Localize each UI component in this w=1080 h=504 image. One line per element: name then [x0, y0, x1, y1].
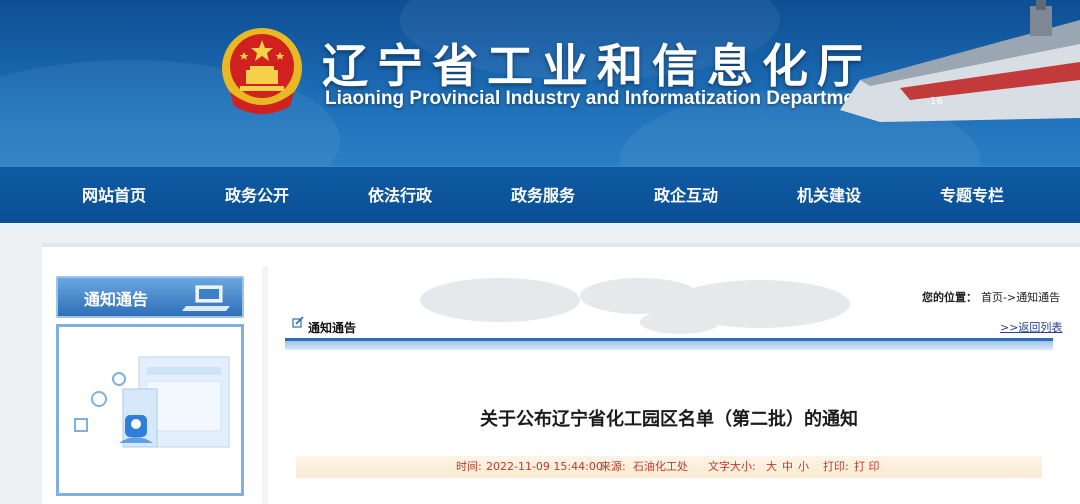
font-size-small[interactable]: 小 [798, 456, 809, 478]
article-meta-bar: 时间: 2022-11-09 15:44:00 来源: 石油化工处 文字大小: … [296, 456, 1042, 478]
nav-item-special-topics[interactable]: 专题专栏 [917, 167, 1027, 224]
computer-icon [182, 285, 230, 311]
site-title: 辽宁省工业和信息化厅 [322, 39, 872, 93]
breadcrumb-separator: -> [1003, 291, 1017, 304]
aircraft-carrier-image: 16 [840, 0, 1080, 122]
meta-time-label: 时间: [456, 460, 482, 473]
article-title: 关于公布辽宁省化工园区名单（第二批）的通知 [480, 409, 858, 430]
sidebar-heading: 通知通告 [56, 276, 244, 318]
nav-item-law-administration[interactable]: 依法行政 [345, 167, 455, 224]
header-banner: 辽宁省工业和信息化厅 Liaoning Provincial Industry … [0, 0, 1080, 166]
world-map-decoration [420, 278, 850, 334]
back-to-list-link[interactable]: >>返回列表 [1000, 319, 1062, 335]
breadcrumb: 首页->通知通告 [981, 289, 1060, 305]
section-divider [285, 338, 1053, 350]
meta-print-label: 打印: [823, 460, 849, 473]
font-size-large[interactable]: 大 [766, 456, 777, 478]
national-emblem-icon [222, 28, 302, 114]
online-service-illustration [74, 356, 230, 448]
nav-item-government-affairs[interactable]: 政务公开 [202, 167, 312, 224]
meta-source-value: 石油化工处 [633, 460, 688, 473]
sidebar-heading-label: 通知通告 [84, 290, 149, 309]
nav-item-home[interactable]: 网站首页 [59, 167, 169, 224]
meta-time-value: 2022-11-09 15:44:00 [486, 460, 603, 473]
svg-text:16: 16 [930, 96, 943, 107]
site-title-english: Liaoning Provincial Industry and Informa… [325, 88, 872, 109]
location-label: 您的位置： [922, 291, 977, 304]
meta-source-label: 来源: [600, 460, 626, 473]
breadcrumb-home[interactable]: 首页 [981, 291, 1003, 304]
nav-item-services[interactable]: 政务服务 [488, 167, 598, 224]
sidebar-panel [56, 324, 244, 496]
font-size-medium[interactable]: 中 [782, 456, 793, 478]
nav-item-organ-building[interactable]: 机关建设 [774, 167, 884, 224]
meta-font-size-label: 文字大小: [708, 460, 756, 473]
section-title: 通知通告 [308, 321, 357, 335]
edit-icon [292, 316, 304, 328]
breadcrumb-current[interactable]: 通知通告 [1016, 291, 1060, 304]
main-nav: 网站首页 政务公开 依法行政 政务服务 政企互动 机关建设 专题专栏 [0, 166, 1080, 223]
print-button[interactable]: 打 印 [854, 456, 880, 478]
nav-item-interaction[interactable]: 政企互动 [631, 167, 741, 224]
